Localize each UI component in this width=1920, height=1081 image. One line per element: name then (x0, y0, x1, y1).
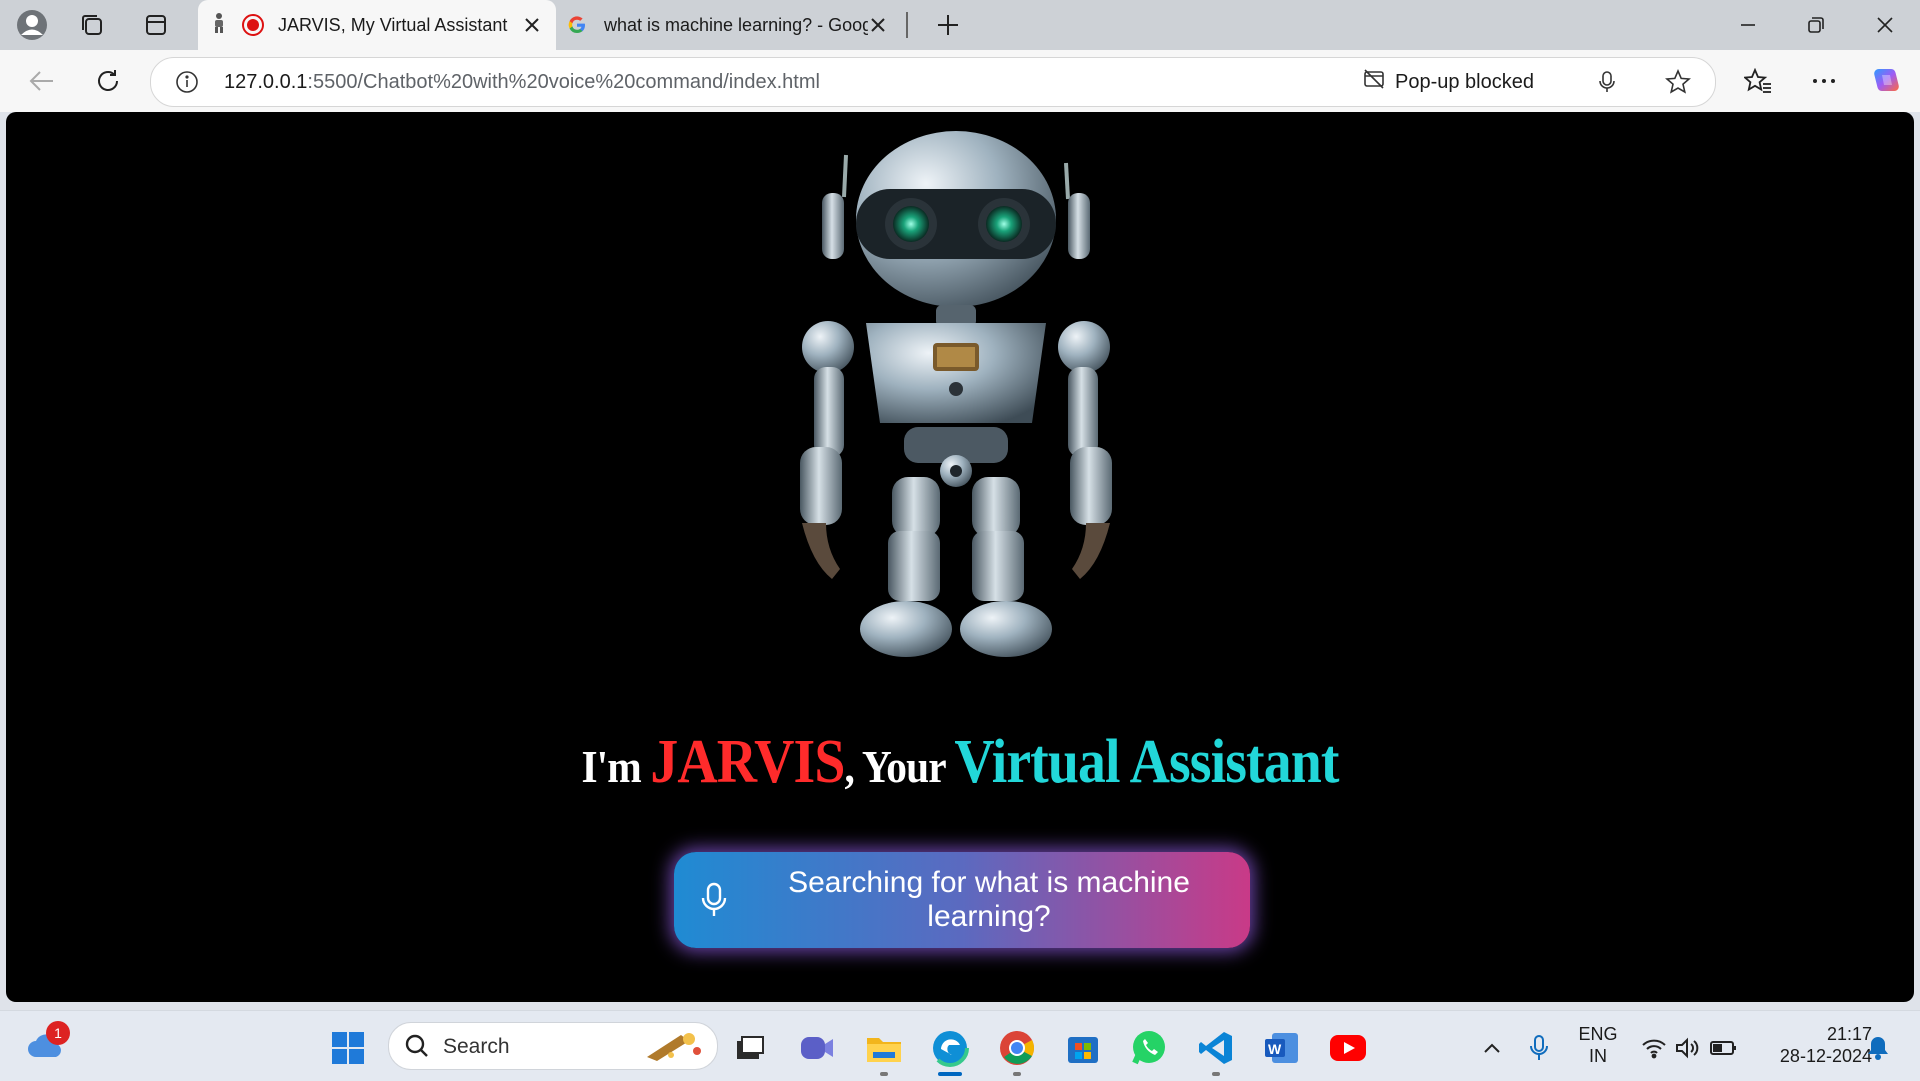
tab-strip: JARVIS, My Virtual Assistant what is mac… (0, 0, 1920, 50)
teams-icon[interactable] (797, 1028, 837, 1068)
show-hidden-icons-icon[interactable] (1472, 1028, 1512, 1068)
tab-actions-icon[interactable] (138, 7, 174, 43)
search-placeholder: Search (443, 1035, 510, 1058)
robot-favicon-icon (212, 12, 232, 39)
headline-role: Virtual Assistant (954, 728, 1339, 796)
favorite-star-icon[interactable] (1665, 68, 1691, 100)
microphone-icon (700, 882, 728, 923)
start-icon[interactable] (328, 1028, 368, 1068)
weather-widget-icon[interactable]: 1 (26, 1021, 70, 1065)
search-highlight-icon (641, 1029, 707, 1068)
running-indicator (880, 1072, 888, 1076)
voice-command-button[interactable]: Searching for what is machine learning? (674, 852, 1250, 948)
google-favicon-icon (566, 14, 588, 36)
voice-status-text: Searching for what is machine learning? (788, 866, 1190, 933)
headline-name: JARVIS (650, 728, 845, 796)
more-options-icon[interactable] (1806, 63, 1842, 99)
new-tab-icon[interactable] (930, 7, 966, 43)
copilot-icon[interactable] (1868, 63, 1904, 99)
page-viewport: I'm JARVIS, Your Virtual Assistant Searc… (6, 112, 1914, 1002)
url-path: :5500/Chatbot%20with%20voice%20command/i… (307, 71, 820, 93)
url-text[interactable]: 127.0.0.1:5500/Chatbot%20with%20voice%20… (224, 71, 820, 94)
vscode-icon[interactable] (1196, 1028, 1236, 1076)
word-icon[interactable]: W (1262, 1028, 1302, 1068)
region-code: IN (1589, 1046, 1607, 1066)
taskbar-search-box[interactable]: Search (388, 1022, 718, 1070)
navigation-bar: 127.0.0.1:5500/Chatbot%20with%20voice%20… (0, 50, 1920, 112)
youtube-icon[interactable] (1328, 1028, 1368, 1068)
active-indicator (938, 1072, 962, 1076)
popup-blocked-indicator[interactable]: Pop-up blocked (1363, 67, 1534, 97)
edge-icon[interactable] (930, 1028, 970, 1076)
taskbar: 1 Search W ENG IN 21:17 28-12-2024 (0, 1010, 1920, 1081)
tab-google-search[interactable]: what is machine learning? - Goog (558, 0, 908, 50)
running-indicator (1013, 1072, 1021, 1076)
notifications-bell-icon[interactable] (1858, 1028, 1898, 1068)
running-indicator (1212, 1072, 1220, 1076)
site-info-icon[interactable] (175, 70, 199, 99)
close-window-icon[interactable] (1850, 0, 1920, 50)
favorites-icon[interactable] (1740, 63, 1776, 99)
tab-jarvis[interactable]: JARVIS, My Virtual Assistant (198, 0, 556, 50)
clock-date: 28-12-2024 (1779, 1046, 1872, 1066)
battery-icon[interactable] (1704, 1028, 1744, 1068)
workspaces-icon[interactable] (74, 7, 110, 43)
back-icon[interactable] (24, 63, 60, 99)
popup-blocked-icon (1363, 68, 1385, 96)
task-view-icon[interactable] (730, 1028, 770, 1068)
restore-icon[interactable] (1781, 0, 1851, 50)
tab-close-icon[interactable] (866, 13, 890, 37)
tab-title: JARVIS, My Virtual Assistant (278, 14, 508, 35)
recording-icon (242, 14, 264, 36)
minimize-icon[interactable] (1713, 0, 1783, 50)
chrome-icon[interactable] (997, 1028, 1037, 1076)
popup-blocked-label: Pop-up blocked (1395, 70, 1534, 93)
microphone-tray-icon[interactable] (1519, 1028, 1559, 1068)
tab-separator (906, 12, 908, 38)
headline-connector: , Your (844, 741, 955, 792)
read-aloud-mic-icon[interactable] (1597, 70, 1617, 99)
clock-time: 21:17 (1826, 1024, 1872, 1044)
headline-intro: I'm (581, 741, 651, 792)
language-indicator[interactable]: ENG IN (1572, 1023, 1624, 1067)
url-host: 127.0.0.1 (224, 71, 308, 93)
whatsapp-icon[interactable] (1129, 1028, 1169, 1068)
file-explorer-icon[interactable] (864, 1028, 904, 1076)
address-bar[interactable]: 127.0.0.1:5500/Chatbot%20with%20voice%20… (150, 57, 1716, 107)
language-code: ENG (1578, 1024, 1618, 1044)
refresh-icon[interactable] (90, 63, 126, 99)
store-icon[interactable] (1063, 1028, 1103, 1068)
page-headline: I'm JARVIS, Your Virtual Assistant (101, 727, 1818, 798)
svg-text:W: W (1268, 1041, 1282, 1057)
robot-illustration (800, 131, 1112, 657)
profile-icon[interactable] (14, 7, 50, 43)
volume-icon[interactable] (1668, 1028, 1708, 1068)
notification-count-badge: 1 (46, 1021, 70, 1045)
tab-close-icon[interactable] (520, 13, 544, 37)
clock[interactable]: 21:17 28-12-2024 (1752, 1023, 1872, 1067)
search-icon (405, 1034, 429, 1063)
tab-title: what is machine learning? - Goog (604, 14, 868, 35)
